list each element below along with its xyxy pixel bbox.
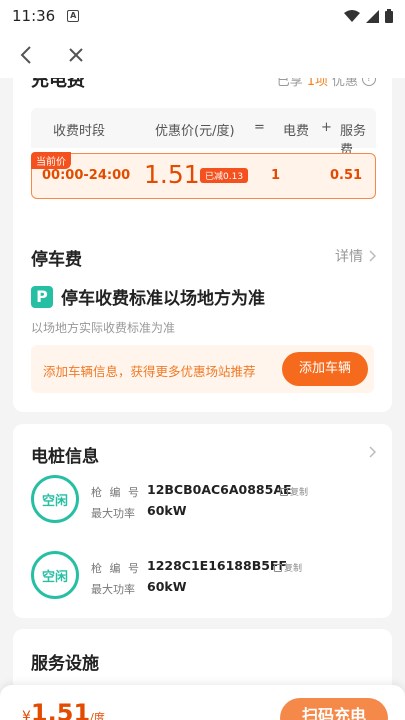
pile-info-title: 电桩信息 <box>31 447 99 467</box>
status-icons <box>344 9 393 23</box>
copy-icon <box>274 563 282 572</box>
idle-status-badge: 空闲 <box>31 551 79 599</box>
price-table-header: 收费时段 优惠价(元/度) = 电费 + 服务费 <box>31 108 376 158</box>
row-electric: 1 <box>271 168 281 183</box>
row-period: 00:00-24:00 <box>42 168 131 183</box>
col-price: 优惠价(元/度) <box>155 124 235 139</box>
notification-a-icon: A <box>67 10 80 22</box>
parking-subtext: 以场地方实际收费标准为准 <box>31 321 176 335</box>
gun-code: 12BCB0AC6A0885AE <box>147 482 292 497</box>
parking-fee-title: 停车费 <box>31 250 82 270</box>
current-price-row: 当前价 00:00-24:00 1.51 已减0.13 1 0.51 <box>31 152 376 199</box>
parking-icon: P <box>31 285 53 308</box>
max-power-label: 最大功率 <box>91 507 135 520</box>
add-vehicle-banner: 添加车辆信息，获得更多优惠场站推荐 添加车辆 <box>31 345 374 393</box>
copy-button[interactable]: 复制 <box>274 561 302 574</box>
chevron-right-icon[interactable] <box>369 446 376 458</box>
add-vehicle-text: 添加车辆信息，获得更多优惠场站推荐 <box>43 364 256 379</box>
parking-fee-card: 停车费 详情 P 停车收费标准以场地方为准 以场地方实际收费标准为准 添加车辆信… <box>13 227 392 412</box>
battery-icon <box>385 9 393 23</box>
current-price-tag: 当前价 <box>31 152 71 169</box>
row-service: 0.51 <box>330 168 363 183</box>
nav-bar <box>0 32 405 78</box>
max-power-label: 最大功率 <box>91 583 135 596</box>
max-power-value: 60kW <box>147 503 187 518</box>
pile-info-card: 电桩信息 空闲 枪 编 号 12BCB0AC6A0885AE 复制 最大功率 6… <box>13 424 392 618</box>
chevron-left-icon <box>20 46 31 64</box>
col-eq: = <box>254 120 265 135</box>
gun-number-label: 枪 编 号 <box>91 486 141 499</box>
discount-info[interactable]: 已享 1项 优惠 ? <box>277 78 376 89</box>
reduced-badge: 已减0.13 <box>200 168 249 183</box>
idle-status-badge: 空闲 <box>31 475 79 523</box>
col-electric: 电费 <box>283 124 310 139</box>
bottom-price: ¥1.51/度 <box>22 699 105 720</box>
help-icon[interactable]: ? <box>362 78 376 86</box>
copy-icon <box>280 487 288 496</box>
pile-item: 空闲 枪 编 号 1228C1E16188B5FF 复制 最大功率 60kW <box>31 551 376 607</box>
col-plus: + <box>321 120 332 135</box>
gun-code: 1228C1E16188B5FF <box>147 558 287 573</box>
close-button[interactable] <box>64 43 88 67</box>
row-price: 1.51 <box>144 160 200 189</box>
copy-button[interactable]: 复制 <box>280 485 308 498</box>
close-icon <box>69 48 83 62</box>
scan-to-charge-button[interactable]: 扫码充电 <box>280 698 388 720</box>
add-vehicle-button[interactable]: 添加车辆 <box>282 352 368 386</box>
status-bar: 11:36 A <box>0 0 405 32</box>
max-power-value: 60kW <box>147 579 187 594</box>
back-button[interactable] <box>14 43 38 67</box>
scroll-content[interactable]: 充电费 已享 1项 优惠 ? 收费时段 优惠价(元/度) = 电费 + 服务费 当前… <box>0 78 405 720</box>
charging-fee-title: 充电费 <box>31 78 85 91</box>
wifi-icon <box>344 9 360 22</box>
parking-headline: 停车收费标准以场地方为准 <box>61 289 265 309</box>
gun-number-label: 枪 编 号 <box>91 562 141 575</box>
pile-item: 空闲 枪 编 号 12BCB0AC6A0885AE 复制 最大功率 60kW <box>31 475 376 531</box>
signal-icon <box>366 9 379 23</box>
service-facilities-title: 服务设施 <box>31 654 99 674</box>
bottom-action-bar: ¥1.51/度 扫码充电 <box>0 685 405 720</box>
chevron-right-icon <box>369 250 376 262</box>
col-period: 收费时段 <box>53 124 106 139</box>
parking-detail-link[interactable]: 详情 <box>335 246 376 266</box>
status-time: 11:36 <box>12 7 56 25</box>
